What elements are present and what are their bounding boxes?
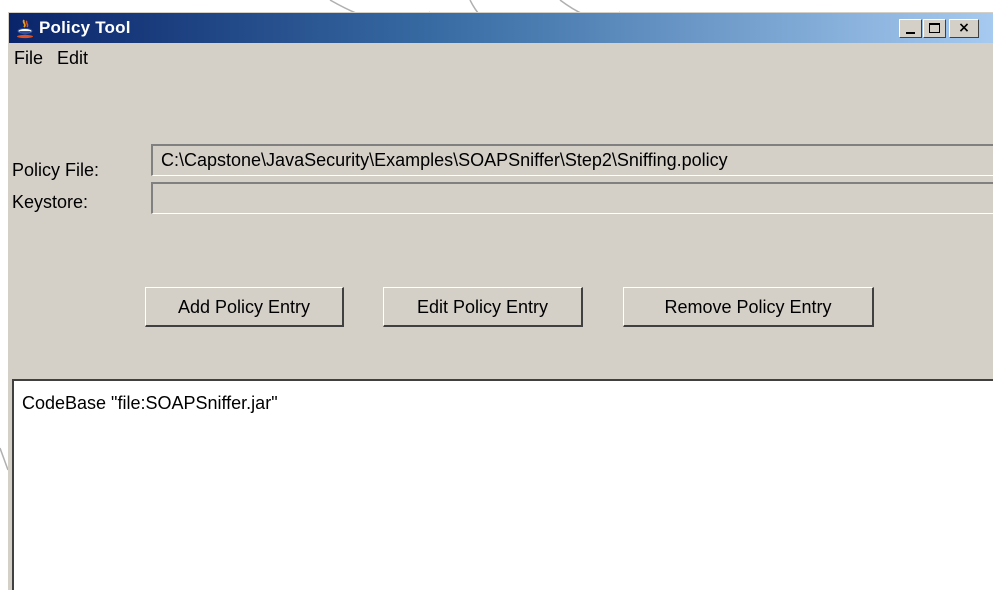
window-title: Policy Tool <box>39 18 131 37</box>
keystore-label: Keystore: <box>12 192 89 212</box>
list-item[interactable]: CodeBase "file:SOAPSniffer.jar" <box>22 393 278 414</box>
menu-bar: File Edit <box>9 44 993 72</box>
add-policy-entry-button[interactable]: Add Policy Entry <box>145 287 344 327</box>
close-button[interactable]: × <box>949 19 979 38</box>
minimize-icon <box>906 32 915 34</box>
java-cup-icon <box>17 19 33 39</box>
policy-tool-window: Policy Tool × File Edit Policy File: C:\… <box>8 12 993 590</box>
maximize-icon <box>929 23 940 33</box>
policy-file-label: Policy File: <box>12 160 100 180</box>
remove-policy-entry-button[interactable]: Remove Policy Entry <box>623 287 874 327</box>
keystore-field[interactable] <box>151 182 993 214</box>
policy-file-field[interactable]: C:\Capstone\JavaSecurity\Examples\SOAPSn… <box>151 144 993 176</box>
title-bar[interactable]: Policy Tool × <box>9 13 993 43</box>
menu-edit[interactable]: Edit <box>57 48 88 69</box>
minimize-button[interactable] <box>899 19 922 38</box>
edit-policy-entry-button[interactable]: Edit Policy Entry <box>383 287 583 327</box>
maximize-button[interactable] <box>923 19 946 38</box>
menu-file[interactable]: File <box>14 48 43 69</box>
close-icon: × <box>958 20 970 36</box>
policy-entry-list[interactable]: CodeBase "file:SOAPSniffer.jar" <box>12 379 993 590</box>
form-panel <box>9 73 993 383</box>
